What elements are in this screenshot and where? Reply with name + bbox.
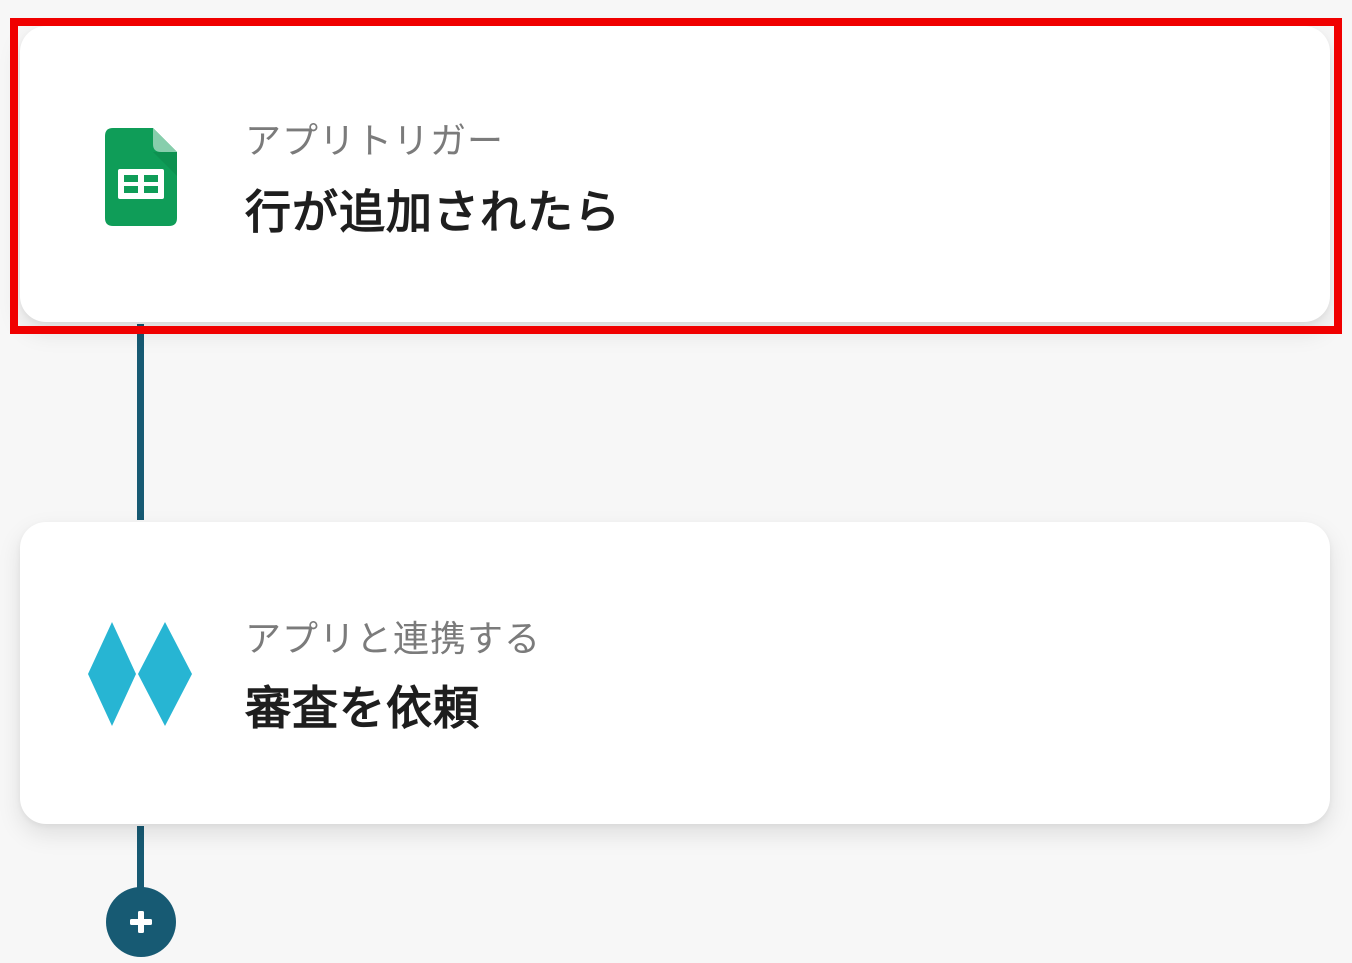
workflow-canvas: アプリトリガー 行が追加されたら アプリと連携する 審査を依頼 [0,0,1352,963]
step-type-label: アプリと連携する [245,619,542,660]
step-card-trigger[interactable]: アプリトリガー 行が追加されたら [20,26,1330,322]
flow-connector-line [137,826,144,892]
step-title: 行が追加されたら [245,185,621,239]
flow-connector-line [137,324,144,520]
plus-icon [130,911,152,933]
step-type-label: アプリトリガー [245,121,505,162]
google-sheets-icon [105,128,177,226]
diamond-app-icon [88,622,192,726]
add-step-button[interactable] [106,887,176,957]
step-title: 審査を依頼 [245,681,480,735]
step-card-action[interactable]: アプリと連携する 審査を依頼 [20,522,1330,824]
